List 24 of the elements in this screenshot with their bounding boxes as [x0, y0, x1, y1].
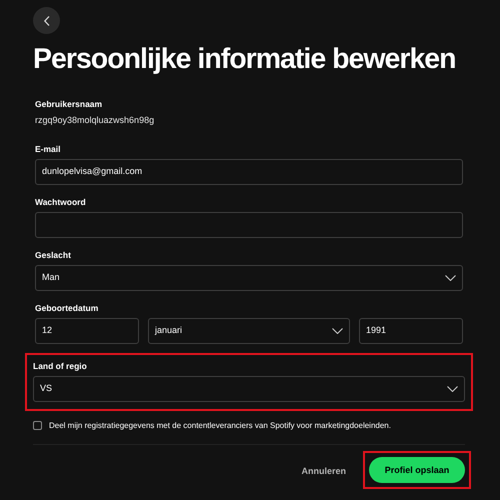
field-label: Land of regio	[33, 360, 88, 372]
field-label: Wachtwoord	[35, 196, 87, 208]
field-label: Gebruikersnaam	[35, 98, 104, 110]
input-field[interactable]: dunlopelvisa@gmail.com	[35, 158, 463, 185]
chevron-down-icon	[332, 328, 343, 334]
day-field[interactable]: 12	[35, 318, 139, 344]
field-label: Geslacht	[35, 248, 72, 261]
input-field[interactable]	[35, 212, 463, 238]
chevron-left-icon	[44, 16, 50, 26]
chevron-down-icon	[445, 274, 456, 281]
save-button[interactable]: Profiel opslaan	[369, 457, 465, 484]
username-text: rzgq9oy38molqluazwsh6n98g	[35, 114, 156, 128]
page-title: Persoonlijke informatie bewerken	[33, 42, 457, 76]
chevron-down-icon	[447, 386, 458, 392]
back-button[interactable]	[33, 7, 60, 34]
select-field[interactable]: Man	[35, 264, 463, 291]
checkbox-label: Deel mijn registratiegegevens met de contentleveranciers van Spotify voor marketingdoeleinden.	[49, 420, 391, 432]
cancel-button[interactable]: Annuleren	[301, 465, 346, 479]
select-field[interactable]: VS	[33, 376, 465, 402]
year-field[interactable]: 1991	[359, 318, 463, 344]
month-select[interactable]: januari	[148, 318, 350, 344]
field-label: Geboortedatum	[35, 302, 100, 314]
checkbox[interactable]	[33, 421, 42, 430]
field-label: E-mail	[35, 142, 62, 155]
